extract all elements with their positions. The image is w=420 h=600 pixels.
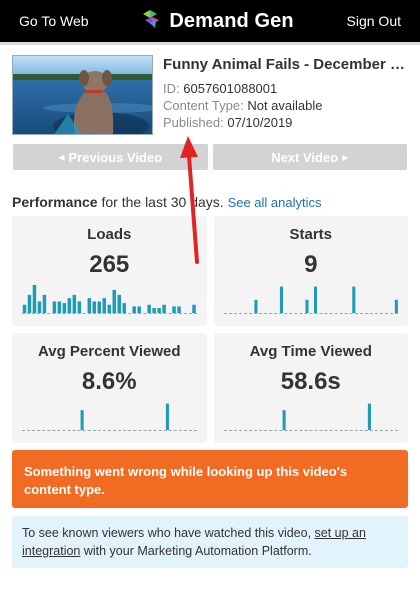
see-all-analytics-link[interactable]: See all analytics	[228, 195, 322, 210]
chevron-left-icon: ◀	[58, 152, 65, 162]
spark-bar	[137, 306, 141, 313]
previous-video-button[interactable]: ◀ Previous Video	[13, 144, 208, 170]
video-title: Funny Animal Fails - December 2019	[163, 56, 408, 73]
sparkline	[223, 397, 398, 431]
next-video-button[interactable]: Next Video ▶	[212, 144, 407, 170]
spark-bar	[122, 303, 126, 313]
spark-bar	[282, 410, 286, 430]
spark-bar	[77, 301, 82, 313]
video-header: Funny Animal Fails - December 2019 ID: 6…	[0, 45, 420, 135]
spark-bar	[72, 294, 77, 313]
spark-bar	[97, 301, 102, 313]
spark-bar	[67, 298, 72, 313]
spark-bar	[57, 301, 62, 313]
published-row: Published: 07/10/2019	[163, 114, 408, 131]
video-id-row: ID: 6057601088001	[163, 80, 408, 97]
published-value: 07/10/2019	[227, 115, 293, 130]
stat-card-avg-time-viewed: Avg Time Viewed 58.6s	[213, 333, 408, 443]
spark-bar	[80, 410, 84, 430]
stat-value: 265	[89, 251, 130, 278]
stat-title: Starts	[289, 226, 333, 243]
spark-bar	[162, 304, 166, 313]
stat-title: Loads	[87, 226, 132, 243]
sparkline	[22, 280, 197, 314]
video-id-value: 6057601088001	[183, 81, 278, 96]
video-meta: Funny Animal Fails - December 2019 ID: 6…	[163, 55, 408, 135]
spark-bar	[367, 403, 371, 430]
spark-bar	[32, 284, 37, 313]
spark-bar	[22, 304, 27, 313]
integration-info: To see known viewers who have watched th…	[12, 516, 408, 568]
spark-bar	[157, 308, 161, 313]
spark-bar	[177, 306, 181, 313]
spark-bar	[52, 301, 57, 313]
top-bar: Go To Web Demand Gen Sign Out	[0, 0, 420, 42]
next-video-label: Next Video	[271, 149, 339, 165]
spark-bar	[42, 294, 47, 313]
sparkline	[22, 397, 197, 431]
spark-bar	[394, 299, 398, 313]
spark-bar	[87, 298, 92, 313]
sign-out-link[interactable]: Sign Out	[347, 13, 401, 29]
chevron-right-icon: ▶	[342, 152, 349, 162]
spark-bar	[117, 294, 121, 313]
stat-title: Avg Time Viewed	[249, 343, 372, 360]
video-id-label: ID:	[163, 81, 180, 96]
sparkline	[223, 280, 398, 314]
spark-bar	[107, 304, 111, 313]
spark-bar	[132, 306, 136, 313]
spark-bar	[92, 301, 97, 313]
spark-bar	[102, 298, 107, 313]
stats-grid: Loads 265 Starts 9 Avg Percent Viewed 8.…	[0, 210, 420, 443]
go-to-web-link[interactable]: Go To Web	[19, 13, 89, 29]
video-thumbnail[interactable]	[12, 55, 153, 135]
spark-bar	[112, 289, 116, 313]
stat-card-avg-percent-viewed: Avg Percent Viewed 8.6%	[12, 333, 207, 443]
spark-bar	[172, 306, 176, 313]
spark-bar	[313, 286, 317, 313]
error-alert: Something went wrong while looking up th…	[12, 450, 408, 508]
spark-bar	[279, 286, 283, 313]
stat-value: 9	[304, 251, 318, 278]
content-type-row: Content Type: Not available	[163, 97, 408, 114]
stat-card-loads: Loads 265	[12, 216, 207, 326]
stat-value: 8.6%	[81, 368, 137, 395]
spark-bar	[351, 286, 355, 313]
performance-heading: Performance for the last 30 days. See al…	[0, 170, 420, 210]
spark-bar	[253, 299, 257, 313]
spark-bar	[37, 301, 42, 313]
published-label: Published:	[163, 115, 224, 130]
stat-title: Avg Percent Viewed	[37, 343, 181, 360]
stat-value: 58.6s	[280, 368, 341, 395]
brand-name: Demand Gen	[169, 9, 294, 32]
info-suffix: with your Marketing Automation Platform.	[80, 544, 312, 558]
content-type-label: Content Type:	[163, 98, 244, 113]
spark-bar	[192, 304, 196, 313]
video-pager: ◀ Previous Video Next Video ▶	[0, 135, 420, 170]
info-prefix: To see known viewers who have watched th…	[22, 526, 315, 540]
stat-card-starts: Starts 9	[213, 216, 408, 326]
spark-bar	[27, 294, 32, 313]
brand: Demand Gen	[141, 8, 294, 35]
previous-video-label: Previous Video	[68, 149, 163, 165]
content-type-value: Not available	[247, 98, 323, 113]
spark-bar	[147, 304, 151, 313]
performance-period: for the last 30 days.	[101, 194, 224, 210]
performance-title: Performance	[12, 194, 98, 210]
spark-bar	[152, 308, 156, 313]
spark-bar	[304, 299, 309, 313]
spark-bar	[62, 303, 67, 313]
brand-logo-icon	[141, 8, 163, 35]
spark-bar	[165, 403, 169, 430]
